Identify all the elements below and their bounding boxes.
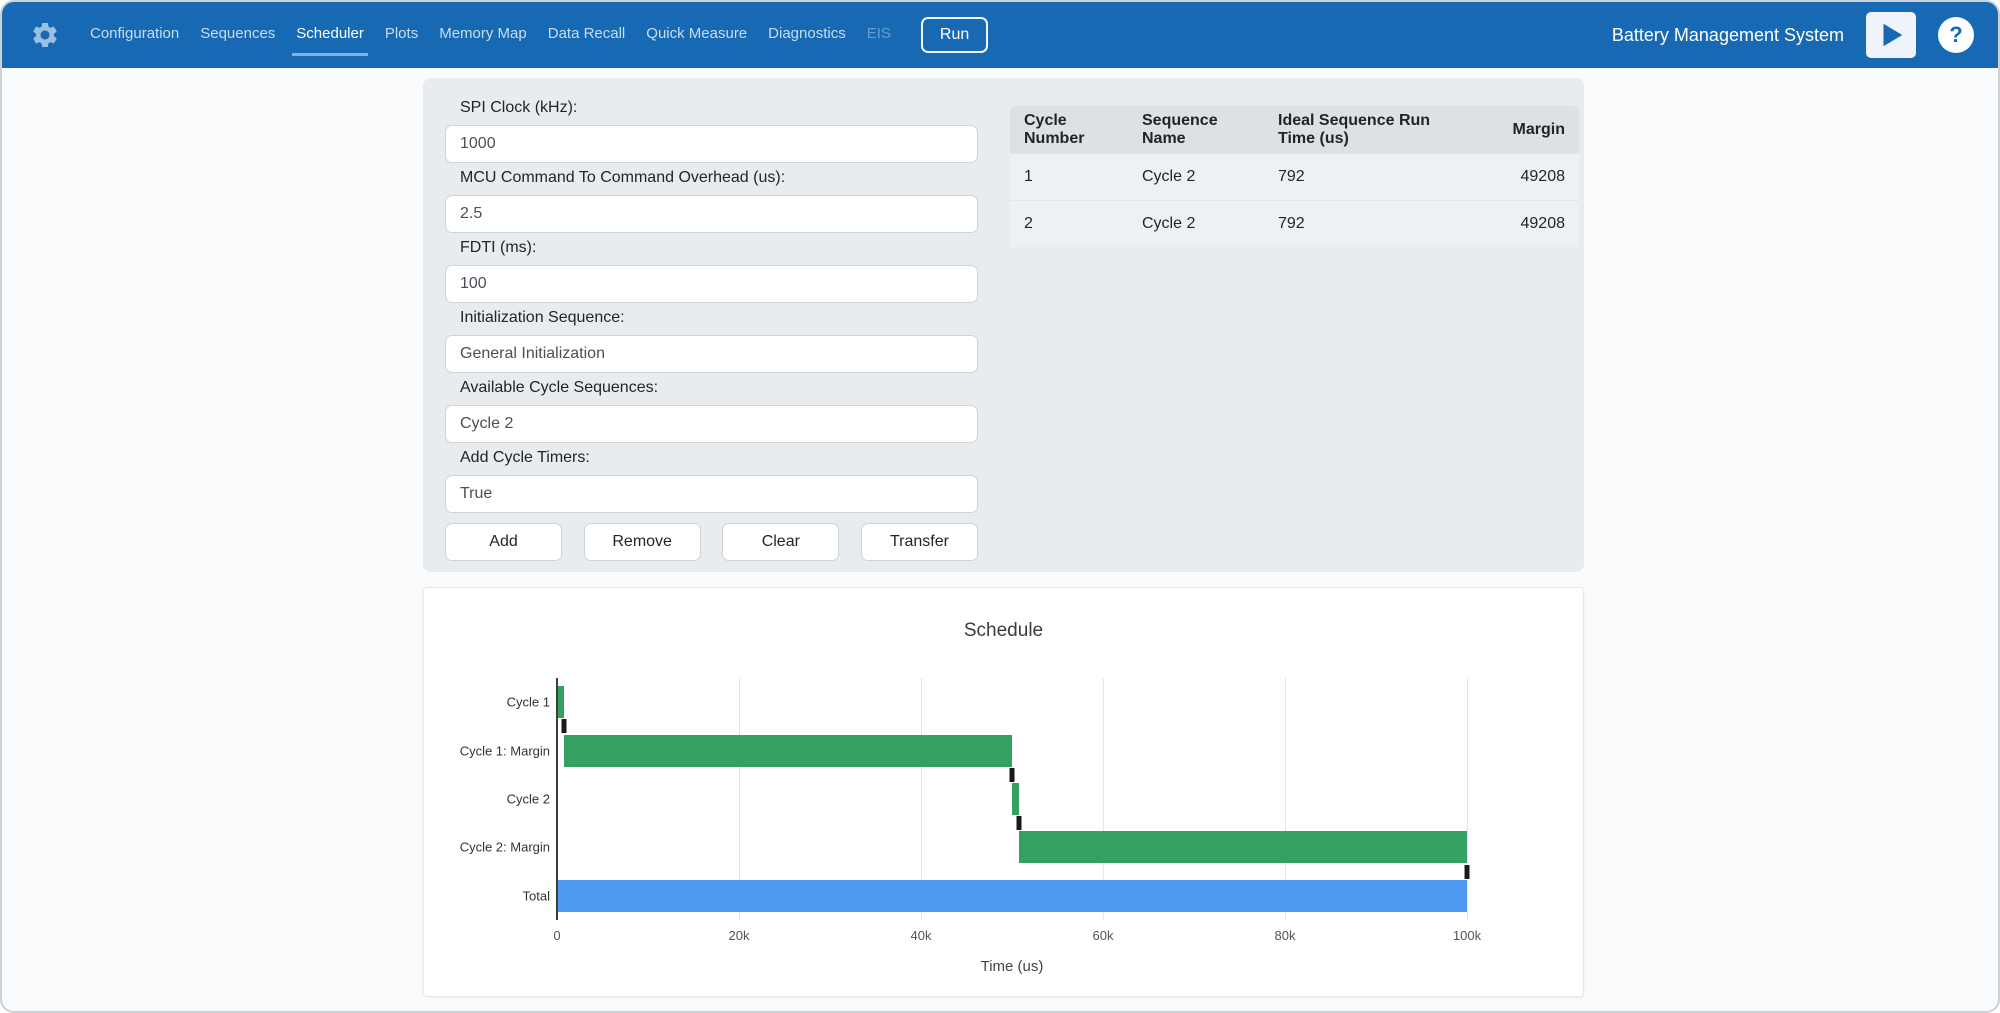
y-tick-label: Cycle 1 [507,695,550,710]
x-axis-title: Time (us) [557,958,1467,975]
fdti-input[interactable] [445,265,978,303]
gear-icon-glyph [30,20,60,50]
add-button[interactable]: Add [445,523,562,561]
clear-button[interactable]: Clear [722,523,839,561]
col-run-time: Ideal Sequence Run Time (us) [1264,112,1469,148]
form-field: Initialization Sequence: [445,308,978,373]
run-button[interactable]: Run [921,17,988,53]
cell-cycle-number: 1 [1010,168,1128,186]
spi-clock-input[interactable] [445,125,978,163]
form-field: Available Cycle Sequences: [445,378,978,443]
gear-icon[interactable] [26,16,64,54]
x-tick-label: 40k [911,928,932,943]
cycle-sequences-label: Available Cycle Sequences: [460,378,978,398]
cycle-sequences-input[interactable] [445,405,978,443]
cell-margin: 49208 [1469,215,1579,233]
nav-item-configuration[interactable]: Configuration [86,15,183,56]
col-cycle-number: Cycle Number [1010,112,1128,148]
remove-button[interactable]: Remove [584,523,701,561]
cycles-table: Cycle Number Sequence Name Ideal Sequenc… [1010,106,1579,247]
init-sequence-input[interactable] [445,335,978,373]
app-title: Battery Management System [1612,25,1844,46]
mcu-overhead-label: MCU Command To Command Overhead (us): [460,168,978,188]
waterfall-connector [562,719,567,733]
top-navbar: Configuration Sequences Scheduler Plots … [2,2,1998,68]
x-tick-label: 60k [1093,928,1114,943]
chart-area: Cycle 1Cycle 1: MarginCycle 2Cycle 2: Ma… [557,678,1467,975]
chart-title: Schedule [424,620,1583,642]
col-margin: Margin [1469,121,1579,139]
x-tick-label: 0 [553,928,560,943]
form-field: FDTI (ms): [445,238,978,303]
waterfall-connector [1465,865,1470,879]
y-tick-label: Cycle 2 [507,792,550,807]
play-button[interactable] [1866,12,1916,58]
nav-item-plots[interactable]: Plots [381,15,422,56]
help-icon: ? [1949,22,1962,48]
form-button-row: Add Remove Clear Transfer [445,523,978,561]
chart-bar-cycle-1 [557,686,564,718]
cell-sequence-name: Cycle 2 [1128,215,1264,233]
x-tick-label: 100k [1453,928,1481,943]
col-sequence-name: Sequence Name [1128,112,1264,148]
table-row: 1 Cycle 2 792 49208 [1010,153,1579,200]
play-icon [1876,20,1906,50]
transfer-button[interactable]: Transfer [861,523,978,561]
form-field: Add Cycle Timers: [445,448,978,513]
form-field: SPI Clock (kHz): [445,98,978,163]
chart-bar-cycle-2 [1012,783,1019,815]
cell-sequence-name: Cycle 2 [1128,168,1264,186]
nav-item-memory-map[interactable]: Memory Map [435,15,531,56]
nav-item-scheduler[interactable]: Scheduler [292,15,368,56]
y-tick-label: Cycle 1: Margin [460,743,550,758]
nav-item-sequences[interactable]: Sequences [196,15,279,56]
chart-bar-cycle-1-margin [564,735,1012,767]
cell-margin: 49208 [1469,168,1579,186]
app-frame: Configuration Sequences Scheduler Plots … [0,0,2000,1013]
spi-clock-label: SPI Clock (kHz): [460,98,978,118]
y-axis-line [556,678,558,920]
cycle-timers-label: Add Cycle Timers: [460,448,978,468]
chart-bar-total [557,880,1467,912]
main-nav: Configuration Sequences Scheduler Plots … [86,15,895,56]
nav-item-quick-measure[interactable]: Quick Measure [642,15,751,56]
table-row: 2 Cycle 2 792 49208 [1010,200,1579,247]
init-sequence-label: Initialization Sequence: [460,308,978,328]
x-axis-labels: 020k40k60k80k100k [557,928,1467,946]
waterfall-connector [1017,816,1022,830]
cycles-table-header: Cycle Number Sequence Name Ideal Sequenc… [1010,106,1579,153]
waterfall-connector [1010,768,1015,782]
help-button[interactable]: ? [1938,17,1974,53]
form-field: MCU Command To Command Overhead (us): [445,168,978,233]
nav-item-diagnostics[interactable]: Diagnostics [764,15,850,56]
cycle-timers-input[interactable] [445,475,978,513]
cell-run-time: 792 [1264,215,1469,233]
topbar-right: Battery Management System ? [1612,12,1974,58]
y-tick-label: Cycle 2: Margin [460,840,550,855]
x-tick-label: 80k [1275,928,1296,943]
cell-cycle-number: 2 [1010,215,1128,233]
cell-run-time: 792 [1264,168,1469,186]
gridline [1467,678,1468,920]
nav-item-data-recall[interactable]: Data Recall [544,15,630,56]
mcu-overhead-input[interactable] [445,195,978,233]
fdti-label: FDTI (ms): [460,238,978,258]
x-tick-label: 20k [729,928,750,943]
chart-bar-cycle-2-margin [1019,831,1467,863]
schedule-panel: Schedule Cycle 1Cycle 1: MarginCycle 2Cy… [423,587,1584,997]
scheduler-settings-panel: SPI Clock (kHz): MCU Command To Command … [423,78,1584,572]
y-tick-label: Total [523,888,550,903]
nav-item-eis[interactable]: EIS [863,15,895,56]
schedule-plot: Cycle 1Cycle 1: MarginCycle 2Cycle 2: Ma… [557,678,1467,920]
scheduler-form: SPI Clock (kHz): MCU Command To Command … [445,98,978,561]
